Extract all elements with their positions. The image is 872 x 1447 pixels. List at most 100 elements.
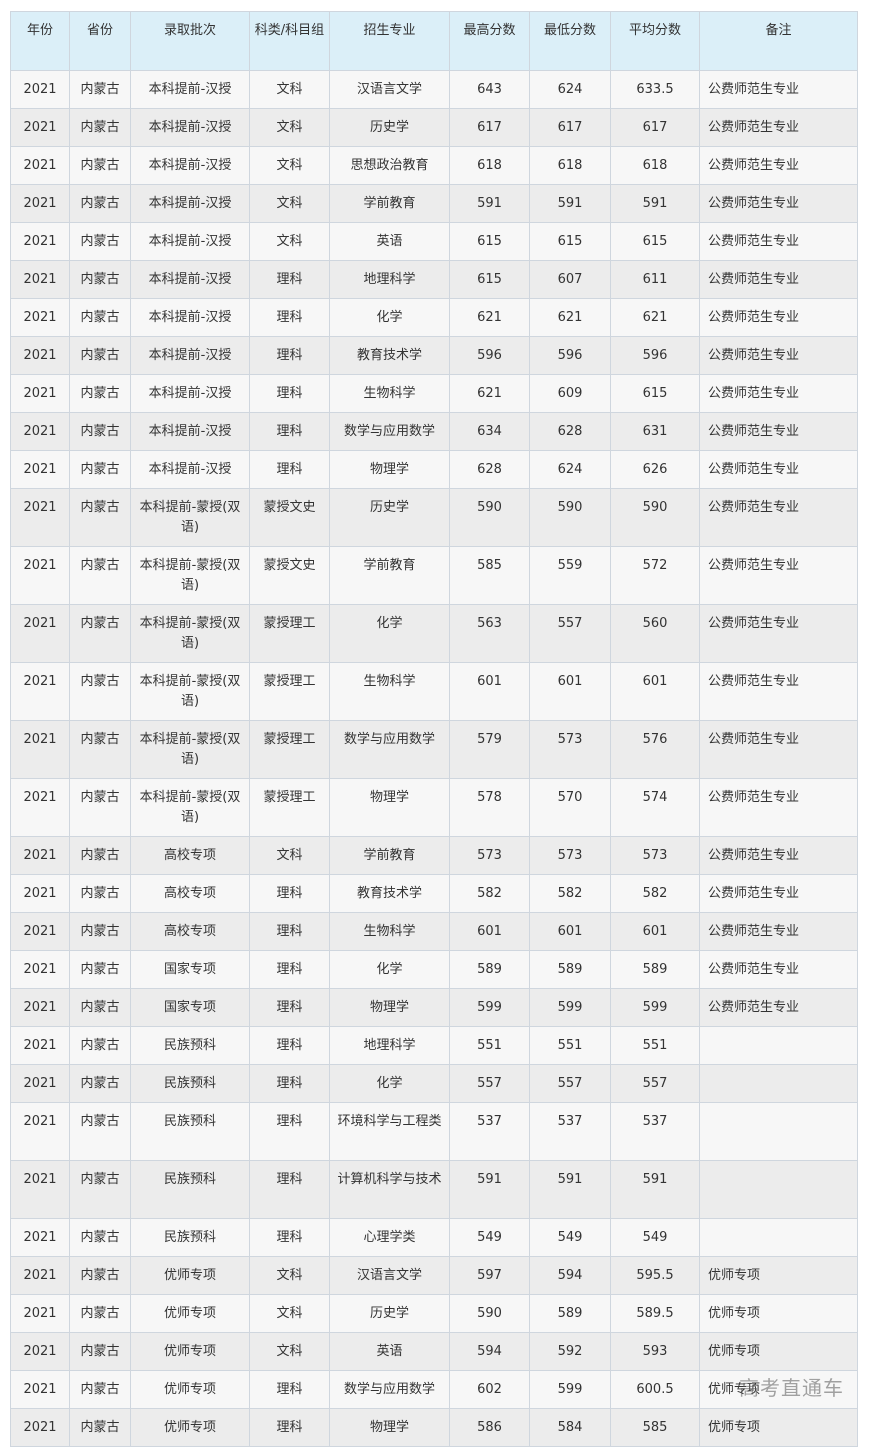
table-cell: 内蒙古: [69, 146, 131, 185]
table-cell: 国家专项: [130, 950, 250, 989]
table-cell: 601: [610, 912, 700, 951]
table-cell: 2021: [10, 836, 70, 875]
table-cell: 学前教育: [329, 184, 450, 223]
table-cell: 621: [529, 298, 611, 337]
table-cell: 蒙授理工: [249, 720, 330, 779]
table-cell: 621: [449, 298, 530, 337]
table-cell: 2021: [10, 146, 70, 185]
table-cell: 内蒙古: [69, 336, 131, 375]
table-row: 2021 内蒙古 本科提前-汉授 理科 地理科学 615 607 611 公费师范生专业: [10, 260, 858, 299]
table-cell: 优师专项: [699, 1256, 858, 1295]
table-cell: 2021: [10, 1294, 70, 1333]
table-cell: 内蒙古: [69, 260, 131, 299]
table-cell: 生物科学: [329, 374, 450, 413]
table-cell: 582: [610, 874, 700, 913]
table-cell: 611: [610, 260, 700, 299]
table-cell: 600.5: [610, 1370, 700, 1409]
table-cell: 573: [449, 836, 530, 875]
table-cell: 本科提前-蒙授(双语): [130, 604, 250, 663]
table-cell: 化学: [329, 298, 450, 337]
table-row: 2021 内蒙古 本科提前-汉授 文科 历史学 617 617 617 公费师范生专业: [10, 108, 858, 147]
table-cell: 理科: [249, 336, 330, 375]
table-cell: 590: [529, 488, 611, 547]
table-cell: 2021: [10, 222, 70, 261]
table-row: 2021 内蒙古 本科提前-蒙授(双语) 蒙授理工 化学 563 557 560 公费师范生专业: [10, 604, 858, 663]
table-cell: 公费师范生专业: [699, 298, 858, 337]
table-cell: 文科: [249, 146, 330, 185]
table-cell: 历史学: [329, 1294, 450, 1333]
table-cell: 公费师范生专业: [699, 778, 858, 837]
table-cell: 优师专项: [699, 1294, 858, 1333]
table-cell: 599: [610, 988, 700, 1027]
table-cell: [699, 1026, 858, 1065]
table-cell: [699, 1102, 858, 1161]
table-cell: 本科提前-汉授: [130, 70, 250, 109]
table-row: 2021 内蒙古 本科提前-汉授 理科 数学与应用数学 634 628 631 公费师范生专业: [10, 412, 858, 451]
column-header: 省份: [69, 11, 131, 71]
table-cell: 570: [529, 778, 611, 837]
table-row: 2021 内蒙古 高校专项 理科 教育技术学 582 582 582 公费师范生专业: [10, 874, 858, 913]
table-cell: 公费师范生专业: [699, 70, 858, 109]
table-cell: 内蒙古: [69, 374, 131, 413]
table-cell: 公费师范生专业: [699, 912, 858, 951]
table-cell: 本科提前-汉授: [130, 298, 250, 337]
table-cell: 理科: [249, 874, 330, 913]
table-row: 2021 内蒙古 本科提前-汉授 理科 化学 621 621 621 公费师范生专业: [10, 298, 858, 337]
table-cell: 589: [529, 950, 611, 989]
table-cell: 549: [610, 1218, 700, 1257]
table-cell: 2021: [10, 412, 70, 451]
table-cell: 589: [529, 1294, 611, 1333]
table-cell: 内蒙古: [69, 1294, 131, 1333]
table-cell: 602: [449, 1370, 530, 1409]
table-cell: 公费师范生专业: [699, 988, 858, 1027]
table-cell: 2021: [10, 1256, 70, 1295]
column-header: 最低分数: [529, 11, 611, 71]
table-cell: 本科提前-汉授: [130, 222, 250, 261]
table-cell: 2021: [10, 1064, 70, 1103]
table-cell: 621: [610, 298, 700, 337]
table-cell: 615: [449, 222, 530, 261]
table-cell: 594: [449, 1332, 530, 1371]
table-cell: 公费师范生专业: [699, 836, 858, 875]
table-cell: 公费师范生专业: [699, 374, 858, 413]
table-cell: 2021: [10, 1026, 70, 1065]
table-cell: 物理学: [329, 450, 450, 489]
table-cell: 557: [610, 1064, 700, 1103]
table-cell: 582: [529, 874, 611, 913]
table-cell: 教育技术学: [329, 874, 450, 913]
table-row: 2021 内蒙古 民族预科 理科 心理学类 549 549 549: [10, 1218, 858, 1257]
table-cell: 内蒙古: [69, 184, 131, 223]
table-cell: 2021: [10, 260, 70, 299]
table-cell: 592: [529, 1332, 611, 1371]
table-cell: 618: [449, 146, 530, 185]
table-cell: 590: [610, 488, 700, 547]
table-cell: 文科: [249, 222, 330, 261]
table-cell: 2021: [10, 912, 70, 951]
table-cell: 595.5: [610, 1256, 700, 1295]
table-row: 2021 内蒙古 本科提前-蒙授(双语) 蒙授文史 历史学 590 590 590 公费师范生专…: [10, 488, 858, 547]
table-cell: 内蒙古: [69, 412, 131, 451]
table-cell: 560: [610, 604, 700, 663]
table-cell: 内蒙古: [69, 1026, 131, 1065]
table-cell: 591: [610, 1160, 700, 1219]
table-cell: 公费师范生专业: [699, 108, 858, 147]
table-cell: 596: [449, 336, 530, 375]
table-cell: 民族预科: [130, 1064, 250, 1103]
table-cell: 597: [449, 1256, 530, 1295]
table-cell: 理科: [249, 912, 330, 951]
table-cell: 557: [449, 1064, 530, 1103]
table-cell: 文科: [249, 836, 330, 875]
table-cell: 585: [610, 1408, 700, 1447]
table-cell: 公费师范生专业: [699, 604, 858, 663]
table-cell: 内蒙古: [69, 988, 131, 1027]
table-cell: 内蒙古: [69, 912, 131, 951]
table-cell: 理科: [249, 1064, 330, 1103]
table-cell: 2021: [10, 604, 70, 663]
table-cell: 572: [610, 546, 700, 605]
table-cell: 本科提前-汉授: [130, 374, 250, 413]
table-cell: 607: [529, 260, 611, 299]
table-cell: 本科提前-汉授: [130, 336, 250, 375]
table-cell: 公费师范生专业: [699, 260, 858, 299]
admission-scores-table-container: 年份 省份 录取批次 科类/科目组 招生专业 最高分数 最低分数 平均分数 备注 2021 内蒙古…: [10, 11, 858, 1447]
table-cell: 2021: [10, 988, 70, 1027]
